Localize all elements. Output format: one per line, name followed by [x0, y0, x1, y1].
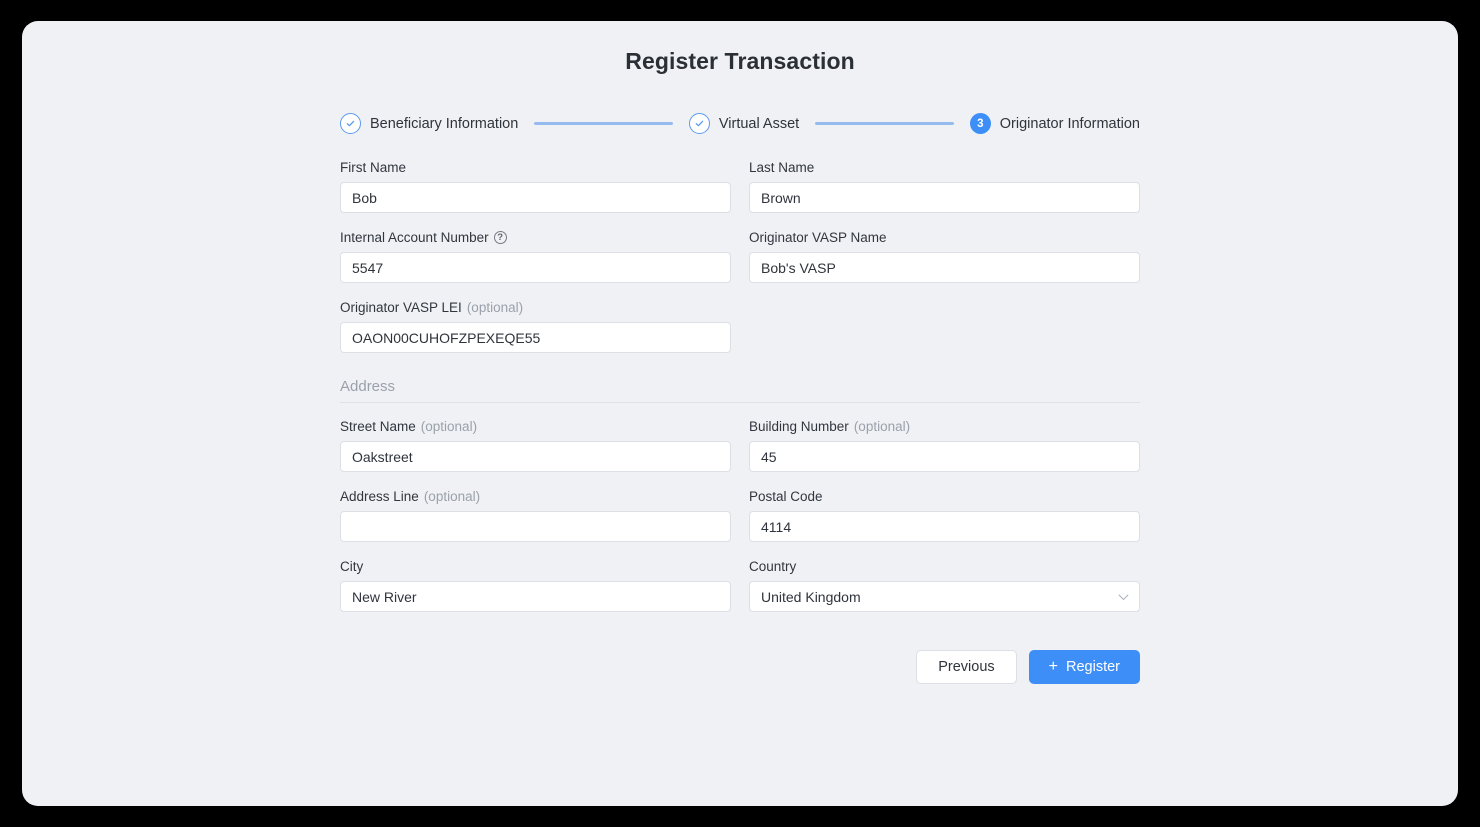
step-number-badge: 3: [970, 113, 991, 134]
field-label-text: Originator VASP LEI: [340, 300, 462, 315]
stepper-step-virtual-asset[interactable]: Virtual Asset: [689, 113, 799, 134]
optional-tag: (optional): [854, 419, 910, 434]
internal-account-number-input[interactable]: [340, 252, 731, 283]
field-internal-account-number: Internal Account Number ?: [340, 230, 731, 283]
page-title: Register Transaction: [22, 48, 1458, 75]
building-number-input[interactable]: [749, 441, 1140, 472]
field-first-name: First Name: [340, 160, 731, 213]
form-row: Street Name (optional) Building Number (…: [340, 419, 1140, 472]
step-complete-check-icon: [689, 113, 710, 134]
country-select[interactable]: [749, 581, 1140, 612]
previous-button[interactable]: Previous: [916, 650, 1016, 684]
register-button[interactable]: + Register: [1029, 650, 1140, 684]
optional-tag: (optional): [467, 300, 523, 315]
postal-code-input[interactable]: [749, 511, 1140, 542]
field-label-text: Country: [749, 559, 796, 574]
field-label: Address Line (optional): [340, 489, 731, 504]
street-name-input[interactable]: [340, 441, 731, 472]
field-originator-vasp-name: Originator VASP Name: [749, 230, 1140, 283]
stepper-step-label: Beneficiary Information: [370, 116, 518, 132]
section-title: Address: [340, 378, 1140, 395]
field-country: Country: [749, 559, 1140, 612]
field-label: City: [340, 559, 731, 574]
field-label: Country: [749, 559, 1140, 574]
field-label-text: Internal Account Number: [340, 230, 489, 245]
form-row: City Country: [340, 559, 1140, 612]
field-label: Building Number (optional): [749, 419, 1140, 434]
field-label: Last Name: [749, 160, 1140, 175]
address-line-input[interactable]: [340, 511, 731, 542]
form-row: Originator VASP LEI (optional): [340, 300, 1140, 353]
field-label: Originator VASP Name: [749, 230, 1140, 245]
field-street-name: Street Name (optional): [340, 419, 731, 472]
field-label: First Name: [340, 160, 731, 175]
form-row: Internal Account Number ? Originator VAS…: [340, 230, 1140, 283]
app-window: Register Transaction Beneficiary Informa…: [22, 21, 1458, 806]
progress-stepper: Beneficiary Information Virtual Asset 3 …: [340, 113, 1140, 134]
field-label-text: Postal Code: [749, 489, 823, 504]
optional-tag: (optional): [421, 419, 477, 434]
originator-information-form: First Name Last Name Internal Account Nu…: [340, 160, 1140, 684]
field-city: City: [340, 559, 731, 612]
field-label-text: Last Name: [749, 160, 814, 175]
country-select-value[interactable]: [749, 581, 1140, 612]
step-complete-check-icon: [340, 113, 361, 134]
question-circle-icon[interactable]: ?: [494, 231, 507, 244]
field-label-text: First Name: [340, 160, 406, 175]
field-label: Originator VASP LEI (optional): [340, 300, 731, 315]
field-label-text: Building Number: [749, 419, 849, 434]
field-postal-code: Postal Code: [749, 489, 1140, 542]
field-last-name: Last Name: [749, 160, 1140, 213]
field-originator-vasp-lei: Originator VASP LEI (optional): [340, 300, 731, 353]
field-label-text: Address Line: [340, 489, 419, 504]
address-section-header: Address: [340, 378, 1140, 403]
form-actions: Previous + Register: [340, 650, 1140, 684]
field-label-text: Originator VASP Name: [749, 230, 887, 245]
stepper-connector-line: [815, 122, 954, 125]
stepper-step-label: Originator Information: [1000, 116, 1140, 132]
field-building-number: Building Number (optional): [749, 419, 1140, 472]
originator-vasp-name-input[interactable]: [749, 252, 1140, 283]
first-name-input[interactable]: [340, 182, 731, 213]
optional-tag: (optional): [424, 489, 480, 504]
field-address-line: Address Line (optional): [340, 489, 731, 542]
section-divider: [340, 402, 1140, 403]
stepper-connector-line: [534, 122, 673, 125]
stepper-step-originator-information[interactable]: 3 Originator Information: [970, 113, 1140, 134]
field-label-text: City: [340, 559, 363, 574]
form-row: First Name Last Name: [340, 160, 1140, 213]
register-button-label: Register: [1066, 659, 1120, 675]
last-name-input[interactable]: [749, 182, 1140, 213]
stepper-step-label: Virtual Asset: [719, 116, 799, 132]
form-row: Address Line (optional) Postal Code: [340, 489, 1140, 542]
field-label: Internal Account Number ?: [340, 230, 731, 245]
city-input[interactable]: [340, 581, 731, 612]
field-label-text: Street Name: [340, 419, 416, 434]
stepper-step-beneficiary-information[interactable]: Beneficiary Information: [340, 113, 518, 134]
plus-icon: +: [1049, 659, 1058, 675]
originator-vasp-lei-input[interactable]: [340, 322, 731, 353]
field-label: Street Name (optional): [340, 419, 731, 434]
field-label: Postal Code: [749, 489, 1140, 504]
